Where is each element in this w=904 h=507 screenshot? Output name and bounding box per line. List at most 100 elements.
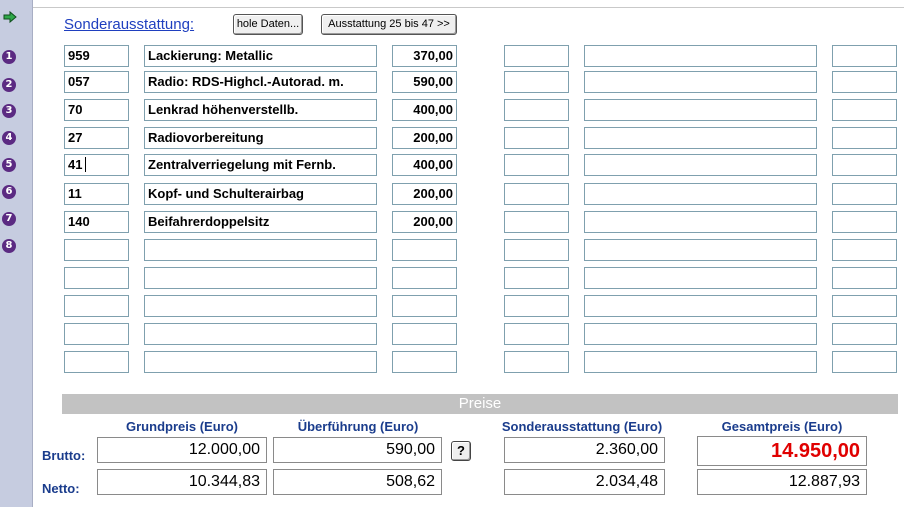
left-row-2-price-field[interactable]: 590,00: [392, 71, 457, 93]
right-row-12-price-field[interactable]: [832, 351, 897, 373]
left-row-1-price-field[interactable]: 370,00: [392, 45, 457, 67]
right-row-1-code-field[interactable]: [504, 45, 569, 67]
right-row-7-description-field[interactable]: [584, 211, 817, 233]
left-row-12-price-field[interactable]: [392, 351, 457, 373]
right-row-5-price-field[interactable]: [832, 154, 897, 176]
right-row-4-code-field[interactable]: [504, 127, 569, 149]
row-number-8-icon: 8: [2, 239, 16, 253]
left-row-1-description-field[interactable]: Lackierung: Metallic: [144, 45, 377, 67]
left-row-4-code-field[interactable]: 27: [64, 127, 129, 149]
brutto-label: Brutto:: [42, 448, 86, 463]
right-row-1-description-field[interactable]: [584, 45, 817, 67]
right-row-6-price-field[interactable]: [832, 183, 897, 205]
right-row-2-description-field[interactable]: [584, 71, 817, 93]
right-row-10-code-field[interactable]: [504, 295, 569, 317]
left-row-11-code-field[interactable]: [64, 323, 129, 345]
help-button[interactable]: ?: [451, 441, 471, 461]
left-row-12-description-field[interactable]: [144, 351, 377, 373]
left-row-7-description-field[interactable]: Beifahrerdoppelsitz: [144, 211, 377, 233]
netto-grundpreis-field[interactable]: 10.344,83: [97, 469, 267, 495]
left-row-11-price-field[interactable]: [392, 323, 457, 345]
left-row-9-price-field[interactable]: [392, 267, 457, 289]
ueberfuehrung-header: Überführung (Euro): [297, 419, 419, 434]
left-row-10-description-field[interactable]: [144, 295, 377, 317]
right-row-3-description-field[interactable]: [584, 99, 817, 121]
record-selector-sidebar: 1 2 3 4 5 6 7 8: [0, 0, 33, 507]
right-row-3-code-field[interactable]: [504, 99, 569, 121]
left-row-3-description-field[interactable]: Lenkrad höhenverstellb.: [144, 99, 377, 121]
grundpreis-header: Grundpreis (Euro): [126, 419, 238, 434]
prices-band: Preise: [62, 394, 898, 414]
right-row-4-price-field[interactable]: [832, 127, 897, 149]
left-row-5-description-field[interactable]: Zentralverriegelung mit Fernb.: [144, 154, 377, 176]
row-number-6-icon: 6: [2, 185, 16, 199]
left-row-9-code-field[interactable]: [64, 267, 129, 289]
right-row-6-code-field[interactable]: [504, 183, 569, 205]
right-row-1-price-field[interactable]: [832, 45, 897, 67]
right-row-7-code-field[interactable]: [504, 211, 569, 233]
left-row-10-code-field[interactable]: [64, 295, 129, 317]
left-row-6-code-field[interactable]: 11: [64, 183, 129, 205]
left-row-6-price-field[interactable]: 200,00: [392, 183, 457, 205]
right-row-2-code-field[interactable]: [504, 71, 569, 93]
right-row-5-description-field[interactable]: [584, 154, 817, 176]
right-row-11-code-field[interactable]: [504, 323, 569, 345]
left-row-11-description-field[interactable]: [144, 323, 377, 345]
right-row-8-price-field[interactable]: [832, 239, 897, 261]
sonderausstattung-link[interactable]: Sonderausstattung:: [64, 16, 194, 33]
row-number-3-icon: 3: [2, 104, 16, 118]
left-row-8-description-field[interactable]: [144, 239, 377, 261]
right-row-2-price-field[interactable]: [832, 71, 897, 93]
green-arrow-right-icon: [3, 10, 17, 24]
right-row-10-description-field[interactable]: [584, 295, 817, 317]
right-row-6-description-field[interactable]: [584, 183, 817, 205]
brutto-sonderausstattung-field[interactable]: 2.360,00: [504, 437, 665, 463]
right-row-5-code-field[interactable]: [504, 154, 569, 176]
brutto-gesamtpreis-field[interactable]: 14.950,00: [697, 436, 867, 466]
left-row-5-price-field[interactable]: 400,00: [392, 154, 457, 176]
row-number-1-icon: 1: [2, 50, 16, 64]
netto-ueberfuehrung-field[interactable]: 508,62: [273, 469, 442, 495]
next-equipment-button[interactable]: Ausstattung 25 bis 47 >>: [321, 14, 457, 35]
right-row-3-price-field[interactable]: [832, 99, 897, 121]
right-row-9-price-field[interactable]: [832, 267, 897, 289]
netto-label: Netto:: [42, 481, 80, 496]
right-row-8-description-field[interactable]: [584, 239, 817, 261]
right-row-11-price-field[interactable]: [832, 323, 897, 345]
left-row-3-code-field[interactable]: 70: [64, 99, 129, 121]
fetch-data-button[interactable]: hole Daten...: [233, 14, 303, 35]
netto-gesamtpreis-field[interactable]: 12.887,93: [697, 469, 867, 495]
right-row-12-code-field[interactable]: [504, 351, 569, 373]
left-row-4-price-field[interactable]: 200,00: [392, 127, 457, 149]
brutto-ueberfuehrung-field[interactable]: 590,00: [273, 437, 442, 463]
left-row-2-description-field[interactable]: Radio: RDS-Highcl.-Autorad. m.: [144, 71, 377, 93]
right-row-11-description-field[interactable]: [584, 323, 817, 345]
brutto-grundpreis-field[interactable]: 12.000,00: [97, 437, 267, 463]
left-row-8-code-field[interactable]: [64, 239, 129, 261]
row-number-7-icon: 7: [2, 212, 16, 226]
left-row-7-price-field[interactable]: 200,00: [392, 211, 457, 233]
left-row-4-description-field[interactable]: Radiovorbereitung: [144, 127, 377, 149]
top-divider: [0, 7, 904, 8]
left-row-1-code-field[interactable]: 959: [64, 45, 129, 67]
right-row-9-code-field[interactable]: [504, 267, 569, 289]
left-row-6-description-field[interactable]: Kopf- und Schulterairbag: [144, 183, 377, 205]
left-row-5-code-field[interactable]: 41: [64, 154, 129, 176]
left-row-10-price-field[interactable]: [392, 295, 457, 317]
right-row-9-description-field[interactable]: [584, 267, 817, 289]
right-row-8-code-field[interactable]: [504, 239, 569, 261]
left-row-12-code-field[interactable]: [64, 351, 129, 373]
text-cursor: [85, 157, 86, 172]
left-row-9-description-field[interactable]: [144, 267, 377, 289]
left-row-8-price-field[interactable]: [392, 239, 457, 261]
row-number-2-icon: 2: [2, 78, 16, 92]
right-row-10-price-field[interactable]: [832, 295, 897, 317]
netto-sonderausstattung-field[interactable]: 2.034,48: [504, 469, 665, 495]
right-row-7-price-field[interactable]: [832, 211, 897, 233]
left-row-2-code-field[interactable]: 057: [64, 71, 129, 93]
right-row-12-description-field[interactable]: [584, 351, 817, 373]
right-row-4-description-field[interactable]: [584, 127, 817, 149]
row-number-5-icon: 5: [2, 158, 16, 172]
left-row-7-code-field[interactable]: 140: [64, 211, 129, 233]
left-row-3-price-field[interactable]: 400,00: [392, 99, 457, 121]
